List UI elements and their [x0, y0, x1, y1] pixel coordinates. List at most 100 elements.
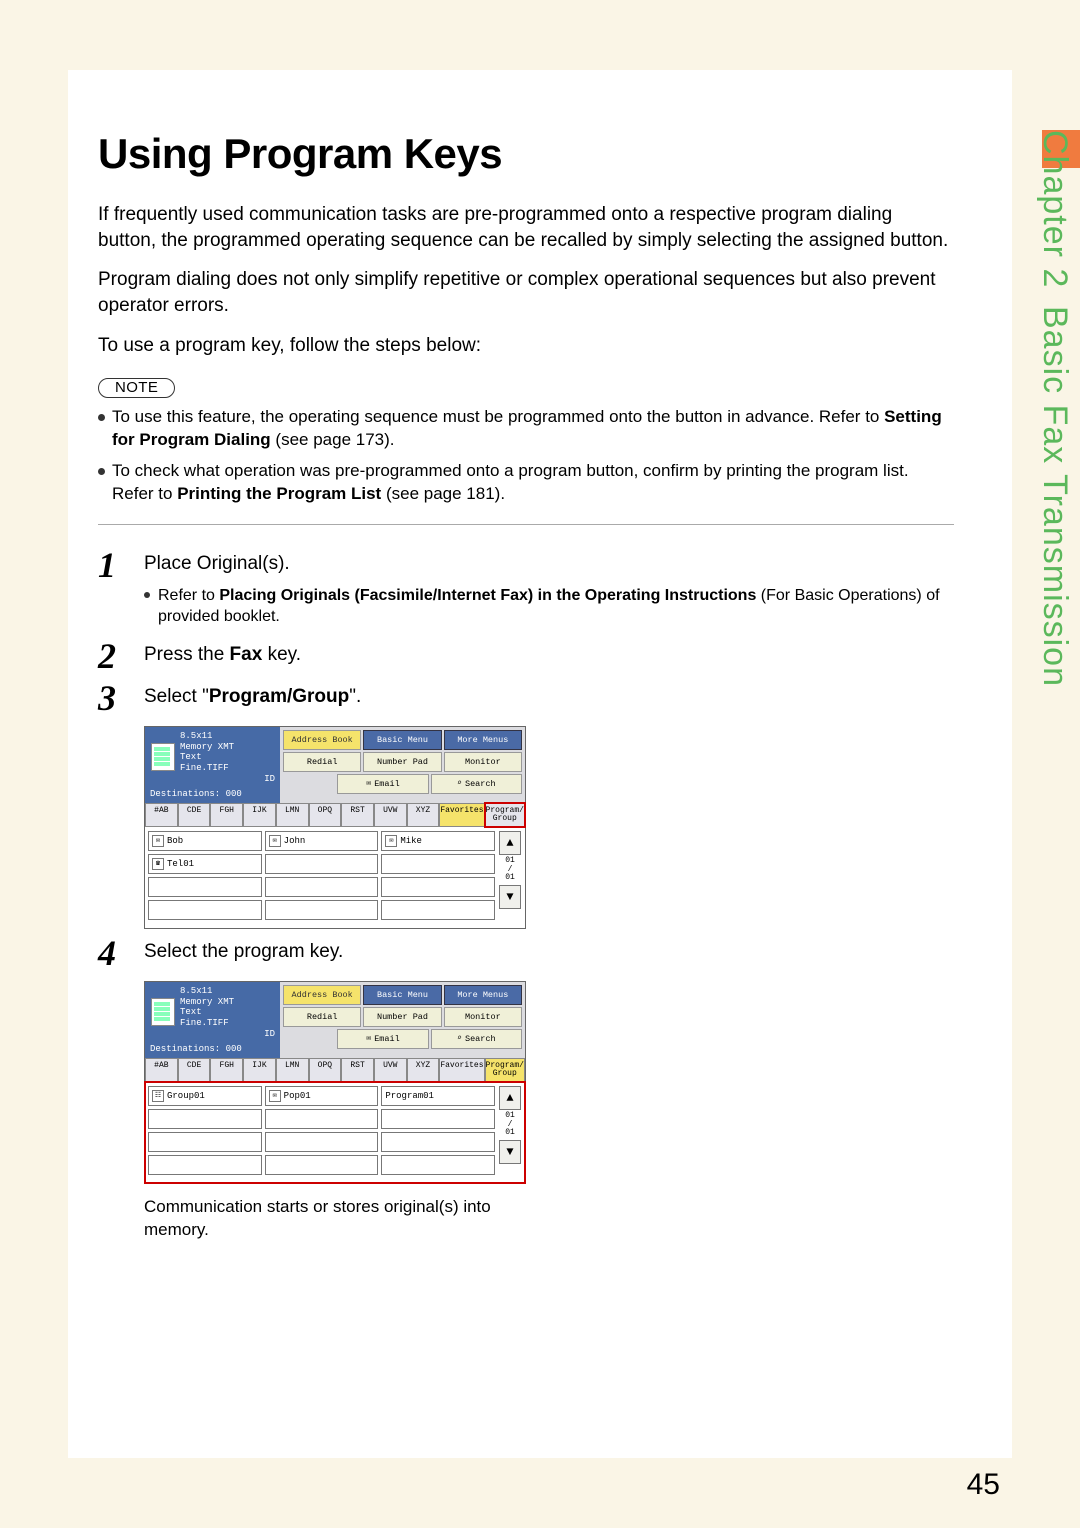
list-item[interactable]: ✉John	[265, 831, 379, 851]
tab-cde[interactable]: CDE	[178, 803, 211, 827]
tab-fgh[interactable]: FGH	[210, 1058, 243, 1082]
list-item[interactable]	[148, 877, 262, 897]
list-item[interactable]: ✉Bob	[148, 831, 262, 851]
address-book-button[interactable]: Address Book	[283, 985, 361, 1005]
scroll-down-button[interactable]: ▼	[499, 885, 521, 909]
tab-favorites[interactable]: Favorites	[439, 803, 484, 827]
list-item[interactable]	[381, 877, 495, 897]
basic-menu-button[interactable]: Basic Menu	[363, 985, 441, 1005]
group-icon: ☷	[152, 1090, 164, 1102]
document-icon	[151, 998, 175, 1026]
redial-button[interactable]: Redial	[283, 752, 361, 772]
list-item[interactable]: ☎Tel01	[148, 854, 262, 874]
page-indicator: 01 / 01	[505, 1112, 515, 1138]
redial-button[interactable]: Redial	[283, 1007, 361, 1027]
list-item[interactable]	[265, 900, 379, 920]
destinations-label: Destinations: 000	[150, 789, 275, 799]
number-pad-button[interactable]: Number Pad	[363, 752, 441, 772]
tab-xyz[interactable]: XYZ	[407, 1058, 440, 1082]
email-button[interactable]: Email	[337, 1029, 428, 1049]
device-panel: 8.5x11 Memory XMT Text Fine.TIFF ID Dest…	[144, 981, 526, 1184]
step-number: 2	[98, 638, 144, 674]
search-button[interactable]: Search	[431, 1029, 522, 1049]
list-item[interactable]	[148, 1109, 262, 1129]
list-item[interactable]	[148, 1155, 262, 1175]
list-item[interactable]	[265, 877, 379, 897]
device-screenshot-1: 8.5x11 Memory XMT Text Fine.TIFF ID Dest…	[144, 726, 954, 929]
tab-ab[interactable]: #AB	[145, 1058, 178, 1082]
tab-cde[interactable]: CDE	[178, 1058, 211, 1082]
list-item[interactable]: Program01	[381, 1086, 495, 1106]
mail-icon: ✉	[269, 835, 281, 847]
list-item[interactable]: ☷Group01	[148, 1086, 262, 1106]
section-divider	[98, 524, 954, 525]
tab-rst[interactable]: RST	[341, 1058, 374, 1082]
intro-paragraph-1: If frequently used communication tasks a…	[98, 202, 954, 253]
device-menu-grid: Address Book Basic Menu More Menus Redia…	[280, 982, 525, 1058]
tab-favorites[interactable]: Favorites	[439, 1058, 484, 1082]
list-item[interactable]	[381, 854, 495, 874]
tab-lmn[interactable]: LMN	[276, 1058, 309, 1082]
note-item-1: To use this feature, the operating seque…	[98, 406, 954, 452]
scroll-down-button[interactable]: ▼	[499, 1140, 521, 1164]
list-item[interactable]	[381, 900, 495, 920]
tab-lmn[interactable]: LMN	[276, 803, 309, 827]
tab-fgh[interactable]: FGH	[210, 803, 243, 827]
tab-uvw[interactable]: UVW	[374, 803, 407, 827]
tab-ijk[interactable]: IJK	[243, 803, 276, 827]
basic-menu-button[interactable]: Basic Menu	[363, 730, 441, 750]
step-1: 1 Place Original(s). Refer to Placing Or…	[98, 551, 954, 632]
document-page: Chapter 2 Basic Fax Transmission Using P…	[0, 0, 1080, 1528]
list-item[interactable]	[381, 1155, 495, 1175]
email-button[interactable]: Email	[337, 774, 428, 794]
step-4: 4 Select the program key.	[98, 939, 954, 971]
side-tab-text: Chapter 2 Basic Fax Transmission	[1030, 130, 1074, 850]
tab-program-group[interactable]: Program/ Group	[485, 1058, 525, 1082]
scroll-up-button[interactable]: ▲	[499, 1086, 521, 1110]
page-content: Using Program Keys If frequently used co…	[68, 70, 1012, 1458]
tab-opq[interactable]: OPQ	[309, 1058, 342, 1082]
destinations-label: Destinations: 000	[150, 1044, 275, 1054]
list-item[interactable]: ✉Mike	[381, 831, 495, 851]
list-item[interactable]	[265, 1132, 379, 1152]
tab-program-group[interactable]: Program/ Group	[485, 803, 525, 827]
list-item[interactable]	[148, 1132, 262, 1152]
monitor-button[interactable]: Monitor	[444, 1007, 522, 1027]
more-menus-button[interactable]: More Menus	[444, 730, 522, 750]
chapter-label: Chapter 2	[1035, 130, 1074, 288]
mail-icon: ✉	[385, 835, 397, 847]
scroll-up-button[interactable]: ▲	[499, 831, 521, 855]
step-number: 3	[98, 680, 144, 716]
step-body: Place Original(s). Refer to Placing Orig…	[144, 551, 954, 632]
list-item[interactable]	[265, 1155, 379, 1175]
tab-ijk[interactable]: IJK	[243, 1058, 276, 1082]
step-4-after: Communication starts or stores original(…	[144, 1196, 524, 1242]
step-body: Select "Program/Group".	[144, 684, 954, 710]
more-menus-button[interactable]: More Menus	[444, 985, 522, 1005]
list-item[interactable]	[148, 900, 262, 920]
address-book-button[interactable]: Address Book	[283, 730, 361, 750]
tab-ab[interactable]: #AB	[145, 803, 178, 827]
tab-opq[interactable]: OPQ	[309, 803, 342, 827]
tab-xyz[interactable]: XYZ	[407, 803, 440, 827]
intro-paragraph-3: To use a program key, follow the steps b…	[98, 333, 954, 359]
chapter-side-tab: Chapter 2 Basic Fax Transmission	[1028, 130, 1080, 850]
list-item[interactable]	[381, 1109, 495, 1129]
number-pad-button[interactable]: Number Pad	[363, 1007, 441, 1027]
step-1-sub: Refer to Placing Originals (Facsimile/In…	[144, 585, 954, 628]
alphabet-tabs: #AB CDE FGH IJK LMN OPQ RST UVW XYZ Favo…	[145, 1058, 525, 1082]
mail-icon: ✉	[269, 1090, 281, 1102]
list-item[interactable]	[265, 1109, 379, 1129]
tab-uvw[interactable]: UVW	[374, 1058, 407, 1082]
intro-paragraph-2: Program dialing does not only simplify r…	[98, 267, 954, 318]
step-number: 1	[98, 547, 144, 583]
page-indicator: 01 / 01	[505, 857, 515, 883]
scroll-controls: ▲ 01 / 01 ▼	[498, 831, 522, 920]
list-item[interactable]: ✉Pop01	[265, 1086, 379, 1106]
device-top-row: 8.5x11 Memory XMT Text Fine.TIFF ID Dest…	[145, 982, 525, 1058]
monitor-button[interactable]: Monitor	[444, 752, 522, 772]
search-button[interactable]: Search	[431, 774, 522, 794]
list-item[interactable]	[381, 1132, 495, 1152]
list-item[interactable]	[265, 854, 379, 874]
tab-rst[interactable]: RST	[341, 803, 374, 827]
